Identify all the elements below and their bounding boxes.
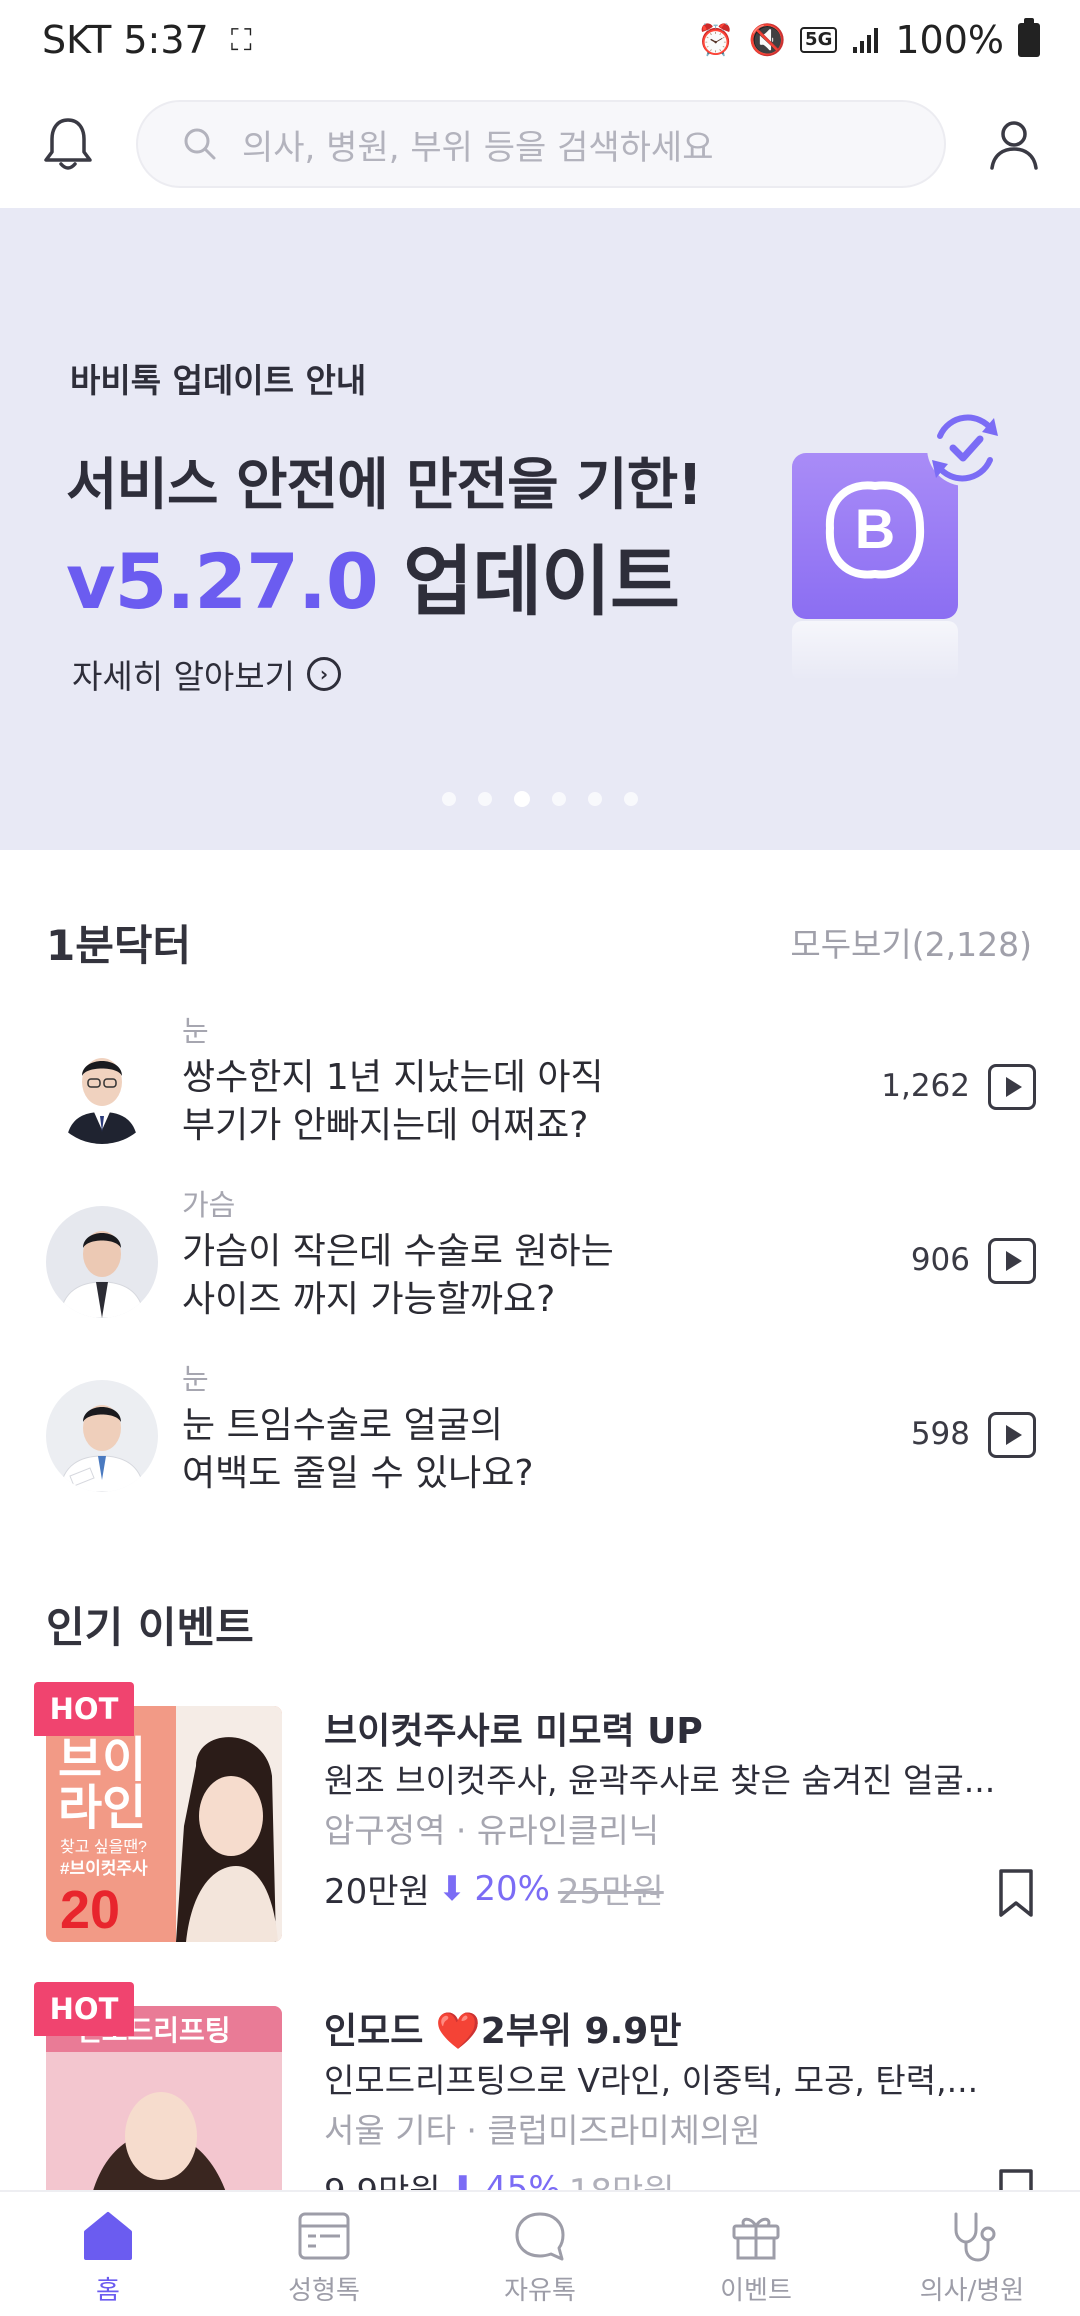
banner-title: 서비스 안전에 만전을 기한! — [66, 453, 703, 518]
doctor-qa-item[interactable]: 눈 쌍수한지 1년 지났는데 아직 부기가 안빠지는데 어쩌죠? 1,262 — [0, 1008, 1080, 1168]
tab-label: 자유톡 — [504, 2276, 576, 2306]
logo-letter: B — [855, 497, 895, 560]
battery-icon — [1018, 18, 1040, 57]
bottom-tab-bar: 홈 성형톡 자유톡 이벤트 의사/병원 — [0, 2190, 1080, 2316]
event-location: 서울 기타 · 클럽미즈라미체의원 — [324, 2111, 761, 2150]
tab-events[interactable]: 이벤트 — [648, 2192, 864, 2316]
tab-surgery-talk[interactable]: 성형톡 — [216, 2192, 432, 2316]
network-5g-icon: 5G — [800, 27, 838, 53]
pagination-dot[interactable] — [552, 792, 566, 806]
signal-icon — [853, 28, 879, 53]
banner-more-label: 자세히 알아보기 — [72, 657, 296, 696]
section-title-popular-events: 인기 이벤트 — [46, 1603, 254, 1652]
banner-version-line: v5.27.0 업데이트 — [66, 520, 680, 630]
view-count: 598 — [910, 1416, 970, 1452]
alarm-icon: ⏰ — [697, 22, 735, 58]
event-location: 압구정역 · 유라인클리닉 — [324, 1811, 660, 1850]
view-all-link[interactable]: 모두보기(2,128) — [790, 918, 1032, 966]
search-icon — [184, 128, 216, 160]
event-description: 인모드리프팅으로 V라인, 이중턱, 모공, 탄력,... — [324, 2061, 979, 2100]
doctor-avatar — [46, 1380, 158, 1492]
tab-label: 의사/병원 — [919, 2276, 1025, 2306]
doctor-avatar — [46, 1032, 158, 1144]
tab-free-talk[interactable]: 자유톡 — [432, 2192, 648, 2316]
home-icon — [84, 2212, 132, 2260]
pagination-dot-active[interactable] — [514, 791, 530, 807]
tab-label: 이벤트 — [720, 2276, 792, 2306]
hot-badge: HOT — [34, 1682, 134, 1736]
banner-update-text: 업데이트 — [403, 537, 680, 626]
discount-rate: 20% — [474, 1868, 550, 1909]
app-logo-illustration: B — [792, 410, 1003, 678]
chevron-right-circle-icon: › — [307, 657, 342, 691]
doctor-qa-question: 부기가 안빠지는데 어쩌죠? — [182, 1105, 589, 1146]
screenshot-frame-icon: ⛶ — [230, 22, 252, 58]
doctor-qa-question: 쌍수한지 1년 지났는데 아직 — [182, 1057, 604, 1098]
banner-more-link[interactable]: 자세히 알아보기 › — [72, 650, 342, 698]
svg-text:라인: 라인 — [58, 1782, 146, 1835]
hot-badge: HOT — [34, 1982, 134, 2036]
doctor-qa-category: 가슴 — [182, 1188, 236, 1222]
event-price: 20만원 ⬇ 20% 25만원 — [324, 1864, 664, 1913]
arrow-down-icon: ⬇ — [437, 1868, 467, 1909]
play-video-icon[interactable] — [988, 1238, 1036, 1284]
doctor-qa-category: 눈 — [182, 1362, 209, 1396]
view-count: 906 — [910, 1242, 970, 1278]
event-card[interactable]: HOT 브이 라인 찾고 싶을땐? #브이컷주사 20 브이컷주사로 미모력 U… — [0, 1682, 1080, 1942]
pagination-dot[interactable] — [442, 792, 456, 806]
update-banner[interactable]: 바비톡 업데이트 안내 서비스 안전에 만전을 기한! v5.27.0 업데이트… — [0, 208, 1080, 850]
event-thumbnail: 브이 라인 찾고 싶을땐? #브이컷주사 20 — [46, 1706, 282, 1942]
tab-label: 성형톡 — [288, 2276, 360, 2306]
profile-icon[interactable] — [986, 116, 1042, 172]
doctor-qa-category: 눈 — [182, 1014, 209, 1048]
tab-label: 홈 — [96, 2276, 120, 2306]
board-icon — [298, 2212, 350, 2260]
event-description: 원조 브이컷주사, 윤곽주사로 찾은 숨겨진 얼굴... — [324, 1761, 996, 1800]
carrier-time: SKT 5:37 — [42, 18, 209, 62]
chat-bubble-icon — [515, 2212, 565, 2261]
tab-home[interactable]: 홈 — [0, 2192, 216, 2316]
play-video-icon[interactable] — [988, 1064, 1036, 1110]
doctor-qa-question: 사이즈 까지 가능할까요? — [182, 1279, 556, 1320]
notification-bell-icon[interactable] — [40, 114, 96, 174]
svg-text:브이: 브이 — [58, 1734, 146, 1787]
doctor-qa-question: 여백도 줄일 수 있나요? — [182, 1453, 534, 1494]
doctor-qa-question: 눈 트임수술로 얼굴의 — [182, 1405, 503, 1446]
pagination-dot[interactable] — [588, 792, 602, 806]
search-placeholder: 의사, 병원, 부위 등을 검색하세요 — [242, 127, 714, 168]
status-bar: SKT 5:37 ⛶ ⏰ 🔇 5G 100% — [0, 0, 1080, 80]
view-count: 1,262 — [881, 1068, 970, 1104]
original-price: 25만원 — [557, 1872, 664, 1912]
battery-percent: 100% — [895, 18, 1004, 62]
doctor-qa-question: 가슴이 작은데 수술로 원하는 — [182, 1231, 614, 1272]
event-title: 인모드 ❤️2부위 9.9만 — [324, 2011, 682, 2052]
doctor-qa-item[interactable]: 눈 눈 트임수술로 얼굴의 여백도 줄일 수 있나요? 598 — [0, 1356, 1080, 1516]
pagination-dot[interactable] — [624, 792, 638, 806]
banner-version: v5.27.0 — [66, 537, 379, 626]
pagination-dot[interactable] — [478, 792, 492, 806]
bookmark-icon[interactable] — [998, 1868, 1034, 1918]
doctor-qa-item[interactable]: 가슴 가슴이 작은데 수술로 원하는 사이즈 까지 가능할까요? 906 — [0, 1182, 1080, 1342]
stethoscope-icon — [954, 2212, 996, 2262]
section-title-one-min-doctor: 1분닥터 — [46, 921, 192, 970]
banner-pagination[interactable] — [0, 791, 1080, 807]
search-input[interactable]: 의사, 병원, 부위 등을 검색하세요 — [136, 100, 946, 188]
svg-text:#브이컷주사: #브이컷주사 — [60, 1859, 148, 1878]
sale-price: 20만원 — [324, 1872, 430, 1912]
doctor-avatar — [46, 1206, 158, 1318]
tab-doctor-hospital[interactable]: 의사/병원 — [864, 2192, 1080, 2316]
top-header: 의사, 병원, 부위 등을 검색하세요 — [0, 80, 1080, 208]
svg-text:찾고 싶을땐?: 찾고 싶을땐? — [60, 1838, 147, 1856]
mute-icon: 🔇 — [748, 22, 787, 58]
svg-text:20: 20 — [60, 1880, 120, 1940]
gift-icon — [732, 2217, 780, 2260]
play-video-icon[interactable] — [988, 1412, 1036, 1458]
banner-subtitle: 바비톡 업데이트 안내 — [70, 361, 367, 400]
event-title: 브이컷주사로 미모력 UP — [324, 1711, 703, 1752]
